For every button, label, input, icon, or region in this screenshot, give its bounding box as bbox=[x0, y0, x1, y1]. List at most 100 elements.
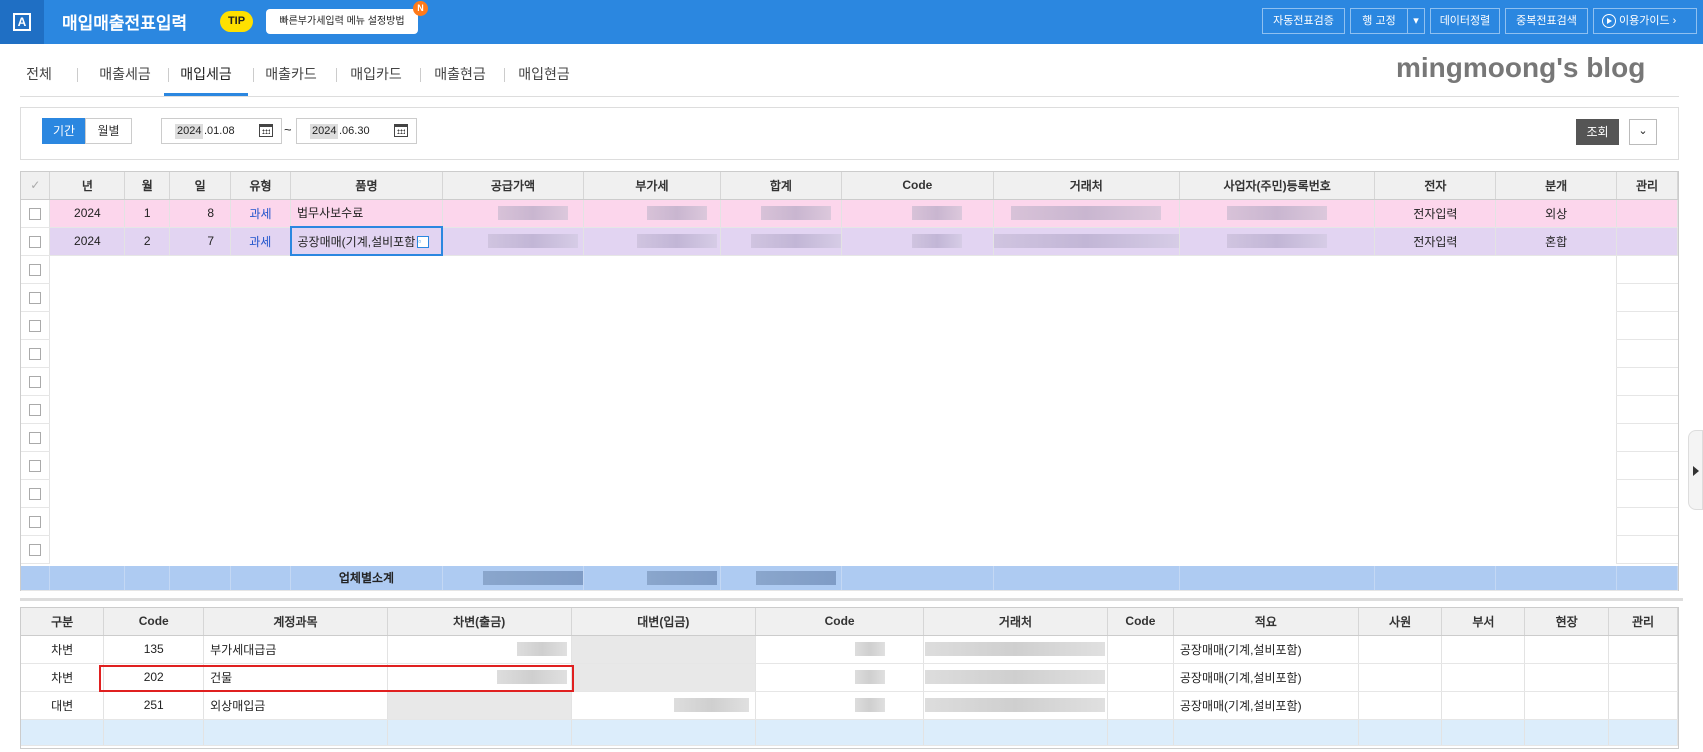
empty-cell[interactable] bbox=[720, 479, 841, 507]
dup-search-button[interactable]: 중복전표검색 bbox=[1505, 8, 1588, 34]
cell-dept[interactable] bbox=[1441, 635, 1526, 664]
col-year[interactable]: 년 bbox=[49, 172, 126, 200]
cell-year[interactable]: 2024 bbox=[49, 199, 126, 228]
empty-cell[interactable] bbox=[1179, 479, 1375, 507]
empty-cell[interactable] bbox=[1496, 451, 1617, 479]
cell-employee[interactable] bbox=[1358, 663, 1443, 692]
row-checkbox[interactable] bbox=[21, 395, 51, 424]
empty-cell[interactable] bbox=[720, 283, 841, 311]
cell-partner[interactable] bbox=[923, 691, 1108, 720]
empty-cell[interactable] bbox=[125, 479, 170, 507]
empty-cell[interactable] bbox=[50, 283, 125, 311]
empty-cell[interactable] bbox=[993, 283, 1179, 311]
cell-manage[interactable] bbox=[1608, 691, 1678, 720]
empty-cell[interactable] bbox=[170, 395, 231, 423]
split-divider[interactable] bbox=[20, 598, 1683, 601]
calendar-icon[interactable] bbox=[259, 124, 273, 137]
monthly-toggle[interactable]: 월별 bbox=[85, 118, 132, 144]
empty-cell[interactable] bbox=[231, 311, 291, 339]
expand-filter-button[interactable]: ⌄ bbox=[1629, 119, 1657, 145]
empty-cell[interactable] bbox=[720, 255, 841, 283]
empty-cell[interactable] bbox=[170, 283, 231, 311]
row-checkbox[interactable] bbox=[21, 227, 51, 256]
empty-cell[interactable] bbox=[1496, 507, 1617, 535]
empty-cell[interactable] bbox=[170, 311, 231, 339]
cell-manage[interactable] bbox=[1616, 227, 1678, 256]
empty-cell[interactable] bbox=[1616, 339, 1678, 368]
empty-cell[interactable] bbox=[583, 339, 720, 367]
empty-cell[interactable] bbox=[993, 339, 1179, 367]
empty-cell[interactable] bbox=[1496, 311, 1617, 339]
empty-cell[interactable] bbox=[1179, 395, 1375, 423]
empty-cell[interactable] bbox=[1375, 283, 1496, 311]
empty-cell[interactable] bbox=[125, 255, 170, 283]
empty-cell[interactable] bbox=[125, 283, 170, 311]
empty-cell[interactable] bbox=[231, 255, 291, 283]
col-vat[interactable]: 부가세 bbox=[583, 172, 721, 200]
empty-cell[interactable] bbox=[583, 283, 720, 311]
table-row-empty[interactable] bbox=[21, 507, 1678, 536]
empty-cell[interactable] bbox=[50, 507, 125, 535]
empty-cell[interactable] bbox=[993, 451, 1179, 479]
table-row-empty[interactable] bbox=[21, 367, 1678, 396]
end-date-field[interactable]: 2024.06.30 bbox=[296, 118, 417, 144]
empty-cell[interactable] bbox=[841, 255, 993, 283]
cell-partner[interactable] bbox=[923, 635, 1108, 664]
calendar-icon[interactable] bbox=[394, 124, 408, 137]
period-toggle[interactable]: 기간 bbox=[42, 118, 86, 144]
table-row-empty[interactable] bbox=[21, 451, 1678, 480]
tip-link[interactable]: 빠른부가세입력 메뉴 설정방법 bbox=[266, 9, 418, 34]
empty-cell[interactable] bbox=[291, 479, 443, 507]
table-row-empty[interactable] bbox=[21, 311, 1678, 340]
journal-row[interactable]: 차변 135 부가세대급금 공장매매(기계,설비포함) bbox=[21, 635, 1678, 664]
tab-sales-cash[interactable]: 매출현금 bbox=[425, 56, 495, 96]
empty-cell[interactable] bbox=[1179, 507, 1375, 535]
empty-cell[interactable] bbox=[583, 395, 720, 423]
cell-month[interactable]: 1 bbox=[124, 199, 171, 228]
empty-cell[interactable] bbox=[1375, 367, 1496, 395]
empty-cell[interactable] bbox=[583, 255, 720, 283]
empty-cell[interactable] bbox=[291, 451, 443, 479]
empty-cell[interactable] bbox=[1616, 255, 1678, 284]
cell-gubun[interactable]: 차변 bbox=[21, 663, 105, 692]
col-code[interactable]: Code bbox=[841, 172, 994, 200]
empty-cell[interactable] bbox=[50, 395, 125, 423]
col-item[interactable]: 품명 bbox=[290, 172, 443, 200]
cell-employee[interactable] bbox=[1358, 635, 1443, 664]
cell-supply[interactable] bbox=[442, 227, 584, 256]
tab-purchase-cash[interactable]: 매입현금 bbox=[509, 56, 579, 96]
empty-cell[interactable] bbox=[50, 423, 125, 451]
empty-cell[interactable] bbox=[1375, 479, 1496, 507]
col-supply[interactable]: 공급가액 bbox=[442, 172, 584, 200]
empty-cell[interactable] bbox=[1375, 507, 1496, 535]
empty-cell[interactable] bbox=[720, 339, 841, 367]
guide-button[interactable]: 이용가이드 › bbox=[1593, 8, 1697, 34]
cell-partner[interactable] bbox=[923, 663, 1108, 692]
empty-cell[interactable] bbox=[291, 367, 443, 395]
empty-cell[interactable] bbox=[170, 479, 231, 507]
row-checkbox[interactable] bbox=[21, 255, 51, 284]
empty-cell[interactable] bbox=[125, 535, 170, 563]
empty-cell[interactable] bbox=[442, 395, 583, 423]
cell-partner[interactable] bbox=[993, 227, 1180, 256]
side-panel-toggle-icon[interactable] bbox=[1688, 430, 1703, 510]
empty-cell[interactable] bbox=[125, 311, 170, 339]
empty-cell[interactable] bbox=[291, 255, 443, 283]
empty-cell[interactable] bbox=[720, 423, 841, 451]
empty-cell[interactable] bbox=[1375, 339, 1496, 367]
empty-cell[interactable] bbox=[1616, 423, 1678, 452]
empty-cell[interactable] bbox=[841, 451, 993, 479]
col-manage[interactable]: 관리 bbox=[1616, 172, 1678, 200]
row-checkbox[interactable] bbox=[21, 311, 51, 340]
empty-cell[interactable] bbox=[1375, 423, 1496, 451]
cell-code2[interactable] bbox=[1107, 635, 1174, 664]
empty-cell[interactable] bbox=[993, 311, 1179, 339]
table-row-empty[interactable] bbox=[21, 283, 1678, 312]
cell-gubun[interactable]: 대변 bbox=[21, 691, 105, 720]
empty-cell[interactable] bbox=[1616, 507, 1678, 536]
cell-site[interactable] bbox=[1524, 663, 1610, 692]
empty-cell[interactable] bbox=[1496, 367, 1617, 395]
empty-cell[interactable] bbox=[125, 507, 170, 535]
cell-gubun[interactable]: 차변 bbox=[21, 635, 105, 664]
table-row-empty[interactable] bbox=[21, 423, 1678, 452]
